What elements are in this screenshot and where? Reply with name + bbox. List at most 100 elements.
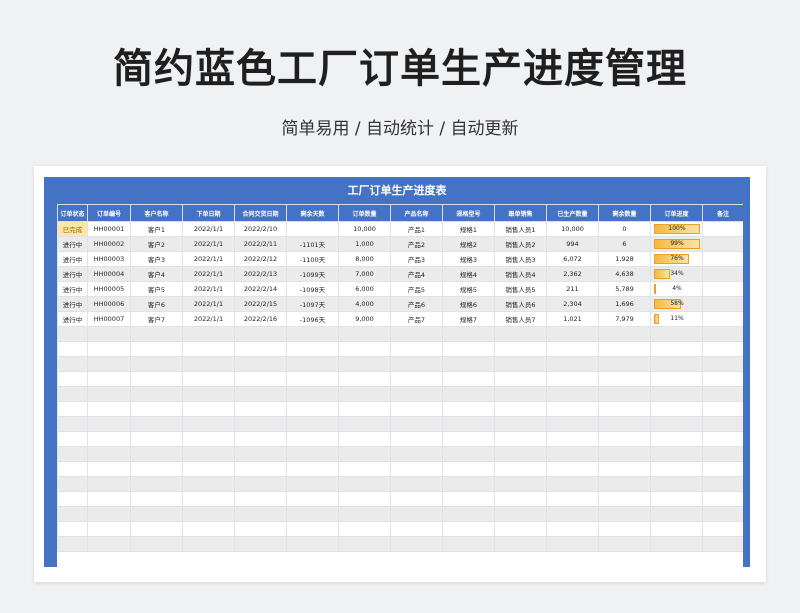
empty-cell[interactable] xyxy=(390,476,443,492)
product-cell[interactable]: 产品7 xyxy=(390,311,443,327)
spec-cell[interactable]: 规格3 xyxy=(442,251,495,267)
empty-cell[interactable] xyxy=(130,341,183,357)
progress-cell[interactable]: 34% xyxy=(650,266,703,282)
empty-cell[interactable] xyxy=(87,431,131,447)
empty-cell[interactable] xyxy=(546,431,599,447)
spec-cell[interactable]: 规格2 xyxy=(442,236,495,252)
empty-cell[interactable] xyxy=(390,521,443,537)
empty-cell[interactable] xyxy=(702,476,743,492)
empty-cell[interactable] xyxy=(338,491,391,507)
empty-cell[interactable] xyxy=(494,386,547,402)
empty-row[interactable] xyxy=(57,341,743,357)
empty-cell[interactable] xyxy=(494,431,547,447)
empty-cell[interactable] xyxy=(650,416,703,432)
column-header[interactable]: 已生产数量 xyxy=(546,204,599,222)
order-no-cell[interactable]: HH00003 xyxy=(87,251,131,267)
order-no-cell[interactable]: HH00001 xyxy=(87,221,131,237)
empty-cell[interactable] xyxy=(494,476,547,492)
empty-cell[interactable] xyxy=(182,416,235,432)
empty-cell[interactable] xyxy=(234,536,287,552)
empty-cell[interactable] xyxy=(130,431,183,447)
empty-cell[interactable] xyxy=(650,431,703,447)
order-no-cell[interactable]: HH00006 xyxy=(87,296,131,312)
empty-cell[interactable] xyxy=(57,416,88,432)
empty-cell[interactable] xyxy=(87,371,131,387)
delivery-date-cell[interactable]: 2022/2/15 xyxy=(234,296,287,312)
sales-cell[interactable]: 销售人员3 xyxy=(494,251,547,267)
empty-cell[interactable] xyxy=(87,416,131,432)
empty-cell[interactable] xyxy=(442,506,495,522)
empty-cell[interactable] xyxy=(494,461,547,477)
empty-cell[interactable] xyxy=(494,491,547,507)
sales-cell[interactable]: 销售人员1 xyxy=(494,221,547,237)
empty-cell[interactable] xyxy=(546,371,599,387)
customer-cell[interactable]: 客户1 xyxy=(130,221,183,237)
empty-cell[interactable] xyxy=(338,431,391,447)
empty-cell[interactable] xyxy=(390,401,443,417)
empty-cell[interactable] xyxy=(286,431,339,447)
empty-row[interactable] xyxy=(57,386,743,402)
empty-cell[interactable] xyxy=(182,491,235,507)
remaining-days-cell[interactable]: -1099天 xyxy=(286,266,339,282)
customer-cell[interactable]: 客户6 xyxy=(130,296,183,312)
note-cell[interactable] xyxy=(702,281,743,297)
empty-cell[interactable] xyxy=(390,446,443,462)
empty-cell[interactable] xyxy=(390,536,443,552)
empty-cell[interactable] xyxy=(338,446,391,462)
empty-cell[interactable] xyxy=(87,326,131,342)
empty-cell[interactable] xyxy=(57,506,88,522)
empty-cell[interactable] xyxy=(57,521,88,537)
status-cell[interactable]: 进行中 xyxy=(57,236,88,252)
empty-cell[interactable] xyxy=(650,536,703,552)
empty-cell[interactable] xyxy=(442,491,495,507)
empty-cell[interactable] xyxy=(130,326,183,342)
sales-cell[interactable]: 销售人员6 xyxy=(494,296,547,312)
order-date-cell[interactable]: 2022/1/1 xyxy=(182,266,235,282)
empty-cell[interactable] xyxy=(87,401,131,417)
empty-row[interactable] xyxy=(57,536,743,552)
empty-cell[interactable] xyxy=(442,386,495,402)
empty-cell[interactable] xyxy=(286,416,339,432)
empty-cell[interactable] xyxy=(494,371,547,387)
empty-row[interactable] xyxy=(57,326,743,342)
empty-cell[interactable] xyxy=(390,371,443,387)
empty-cell[interactable] xyxy=(182,386,235,402)
empty-cell[interactable] xyxy=(650,356,703,372)
progress-cell[interactable]: 4% xyxy=(650,281,703,297)
empty-cell[interactable] xyxy=(87,476,131,492)
empty-cell[interactable] xyxy=(182,341,235,357)
empty-cell[interactable] xyxy=(546,341,599,357)
progress-cell[interactable]: 58% xyxy=(650,296,703,312)
empty-cell[interactable] xyxy=(234,431,287,447)
order-no-cell[interactable]: HH00004 xyxy=(87,266,131,282)
empty-cell[interactable] xyxy=(390,461,443,477)
table-row[interactable]: 进行中 HH00003 客户3 2022/1/1 2022/2/12 -1100天 8,00… xyxy=(57,251,743,267)
empty-cell[interactable] xyxy=(494,446,547,462)
produced-cell[interactable]: 1,021 xyxy=(546,311,599,327)
empty-cell[interactable] xyxy=(598,431,651,447)
produced-cell[interactable]: 2,362 xyxy=(546,266,599,282)
status-cell[interactable]: 进行中 xyxy=(57,266,88,282)
empty-cell[interactable] xyxy=(598,521,651,537)
product-cell[interactable]: 产品3 xyxy=(390,251,443,267)
empty-cell[interactable] xyxy=(546,446,599,462)
empty-cell[interactable] xyxy=(442,341,495,357)
empty-cell[interactable] xyxy=(182,506,235,522)
spec-cell[interactable]: 规格5 xyxy=(442,281,495,297)
produced-cell[interactable]: 6,072 xyxy=(546,251,599,267)
empty-cell[interactable] xyxy=(390,506,443,522)
produced-cell[interactable]: 994 xyxy=(546,236,599,252)
empty-cell[interactable] xyxy=(598,386,651,402)
empty-cell[interactable] xyxy=(338,476,391,492)
empty-cell[interactable] xyxy=(702,521,743,537)
sales-cell[interactable]: 销售人员2 xyxy=(494,236,547,252)
empty-cell[interactable] xyxy=(442,326,495,342)
order-date-cell[interactable]: 2022/1/1 xyxy=(182,221,235,237)
empty-cell[interactable] xyxy=(286,491,339,507)
note-cell[interactable] xyxy=(702,251,743,267)
empty-cell[interactable] xyxy=(702,371,743,387)
remaining-qty-cell[interactable]: 7,979 xyxy=(598,311,651,327)
produced-cell[interactable]: 2,304 xyxy=(546,296,599,312)
empty-cell[interactable] xyxy=(598,506,651,522)
empty-cell[interactable] xyxy=(286,521,339,537)
